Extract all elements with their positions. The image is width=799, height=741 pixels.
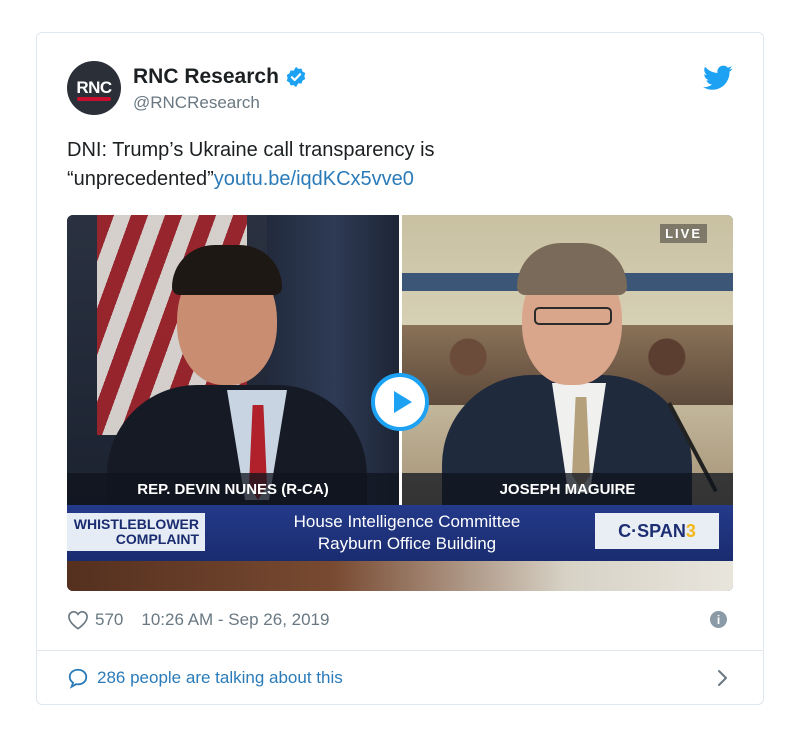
tweet-link[interactable]: youtu.be/iqdKCx5vve0 [214,168,414,190]
play-triangle [393,391,412,413]
talking-link[interactable]: 286 people are talking about this [67,663,733,693]
right-video-panel: LIVE [402,215,733,515]
video-thumbnail[interactable]: LIVE REP. DEVIN NUNES (R-CA) JOSEPH MAGU… [67,215,733,591]
tweet-text: DNI: Trump’s Ukraine call transparency i… [67,136,667,194]
speech-bubble-icon [68,668,88,689]
tweet-header: RNC RNC Research @RNCResearch [67,61,733,121]
left-caption: REP. DEVIN NUNES (R-CA) [67,473,399,505]
avatar-stripe [77,97,111,101]
right-caption: JOSEPH MAGUIRE [402,473,733,505]
cspan-logo-number: 3 [685,520,696,541]
committee-label: House Intelligence Committee Rayburn Off… [237,511,577,555]
committee-line1: House Intelligence Committee [293,512,521,531]
whistleblower-label: WHISTLEBLOWER COMPLAINT [67,513,205,551]
chyron-bar: WHISTLEBLOWER COMPLAINT House Intelligen… [67,505,733,561]
left-speaker-hair [172,245,282,295]
chevron-right-icon[interactable] [715,669,729,687]
like-count[interactable]: 570 [95,610,123,630]
left-video-panel [67,215,400,525]
divider [37,650,763,651]
verified-badge-icon [286,66,306,88]
embedded-tweet-card: RNC RNC Research @RNCResearch DNI: Trump… [36,32,764,705]
talking-text: 286 people are talking about this [97,668,343,687]
avatar-text: RNC [76,78,112,97]
cspan-logo: C·SPAN 3 [595,513,719,549]
display-name-text: RNC Research [133,65,279,88]
glasses [534,307,612,325]
committee-line2: Rayburn Office Building [317,534,497,553]
whistleblower-line1: WHISTLEBLOWER [73,516,199,532]
heart-icon[interactable] [67,610,89,630]
author-display-name[interactable]: RNC Research [133,65,307,89]
info-icon[interactable]: i [710,611,727,628]
author-names: RNC Research @RNCResearch [133,65,307,113]
play-icon[interactable] [371,373,429,431]
author-handle[interactable]: @RNCResearch [133,93,307,113]
live-badge: LIVE [660,224,707,243]
whistleblower-line2: COMPLAINT [115,531,199,547]
twitter-bird-icon[interactable] [703,65,733,91]
tweet-meta: 570 10:26 AM - Sep 26, 2019 i [67,607,733,633]
timestamp[interactable]: 10:26 AM - Sep 26, 2019 [141,610,329,630]
cspan-logo-text: C·SPAN [618,520,686,541]
avatar[interactable]: RNC [67,61,121,115]
desk-background [67,561,733,591]
right-speaker-hair [517,243,627,295]
